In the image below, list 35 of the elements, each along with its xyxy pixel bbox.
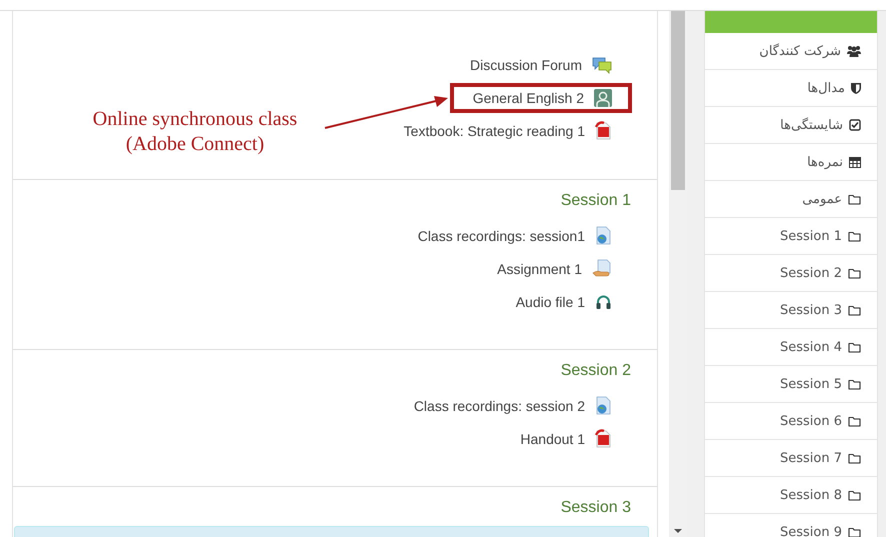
hand-document-icon — [592, 259, 612, 278]
folder-icon — [848, 416, 861, 426]
section-title: Session 3 — [560, 498, 631, 518]
section-title: Session 1 — [560, 191, 631, 211]
activity-link[interactable]: Handout 1 — [520, 430, 585, 446]
activity-link[interactable]: Class recordings: session 2 — [414, 398, 585, 414]
folder-icon — [848, 230, 861, 242]
activity-link[interactable]: Discussion Forum — [470, 56, 582, 72]
checkbox-icon — [849, 119, 861, 131]
folder-icon — [848, 490, 861, 500]
scrollbar[interactable] — [669, 11, 687, 537]
folder-icon — [848, 304, 861, 316]
section-title: Session 2 — [560, 361, 631, 381]
pdf-file-icon — [595, 121, 612, 140]
activity-link[interactable]: Class recordings: session1 — [418, 228, 585, 244]
globe-file-icon — [595, 226, 612, 245]
folder-icon — [848, 268, 861, 278]
annotation-text: Online synchronous class (Adobe Connect) — [92, 107, 298, 157]
users-icon — [847, 45, 861, 57]
headphones-icon — [595, 293, 612, 310]
folder-icon — [848, 342, 861, 352]
activity-link[interactable]: General English 2 — [472, 90, 584, 106]
activity-link[interactable]: Assignment 1 — [497, 260, 582, 276]
activity-link[interactable]: Textbook: Strategic reading 1 — [404, 122, 585, 138]
table-icon — [849, 156, 861, 168]
folder-icon — [848, 378, 861, 390]
chat-bubbles-icon — [592, 56, 612, 74]
person-icon — [594, 88, 612, 106]
folder-icon — [848, 526, 861, 537]
folder-icon — [848, 452, 861, 464]
pdf-file-icon — [595, 429, 612, 448]
activity-link[interactable]: Audio file 1 — [516, 294, 585, 310]
shield-icon — [851, 82, 861, 94]
folder-icon — [848, 194, 861, 204]
globe-file-icon — [595, 396, 612, 415]
